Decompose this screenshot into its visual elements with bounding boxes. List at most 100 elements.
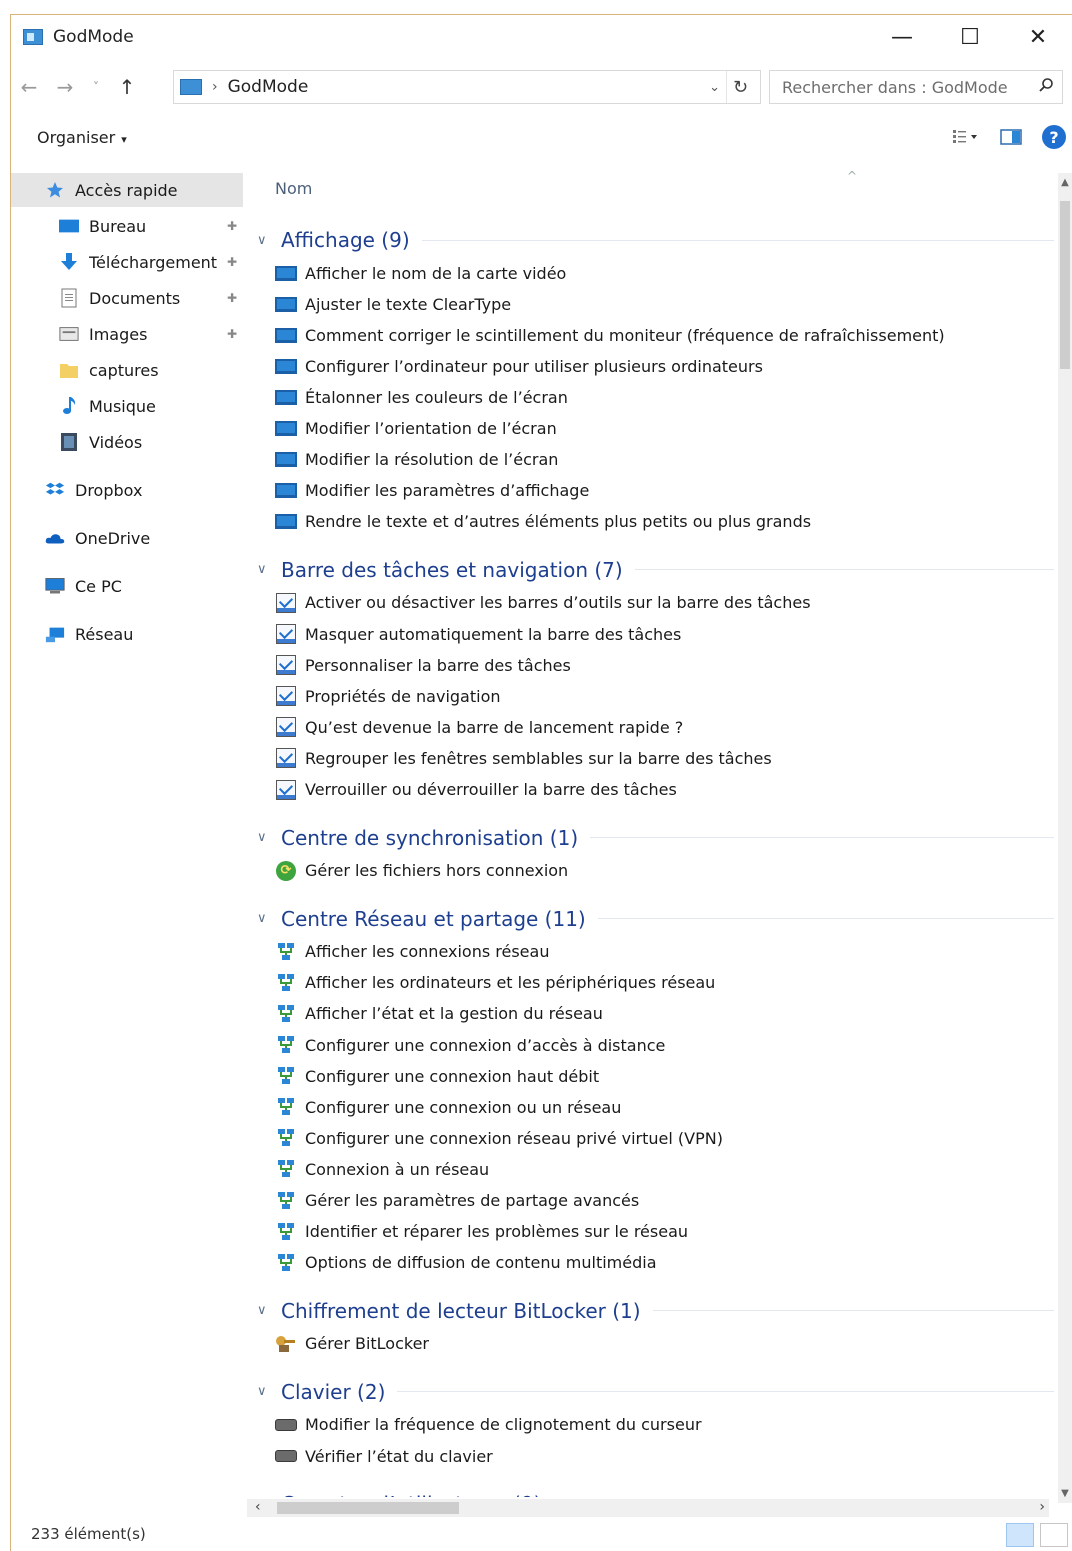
chevron-down-icon[interactable]: ∨ [257, 1303, 281, 1318]
list-item[interactable]: Activer ou désactiver les barres d’outil… [275, 589, 811, 617]
sidebar-item-onedrive[interactable]: OneDrive [11, 521, 243, 555]
list-item[interactable]: ⟳ Gérer les fichiers hors connexion [275, 857, 568, 885]
column-header-name[interactable]: Nom [275, 179, 312, 198]
list-item[interactable]: Options de diffusion de contenu multiméd… [275, 1249, 657, 1277]
layout-switcher [1006, 1523, 1068, 1547]
help-button[interactable]: ? [1042, 125, 1066, 149]
list-item[interactable]: Qu’est devenue la barre de lancement rap… [275, 713, 683, 741]
list-item[interactable]: Afficher les connexions réseau [275, 938, 549, 966]
scroll-left-icon[interactable]: ‹ [255, 1499, 261, 1515]
sidebar-item-music[interactable]: Musique [11, 389, 243, 423]
list-item[interactable]: Modifier les paramètres d’affichage [275, 477, 589, 505]
organize-button[interactable]: Organiser ▾ [37, 128, 127, 147]
details-layout-button[interactable] [1006, 1523, 1034, 1547]
group-header[interactable]: ∨ Clavier (2) [257, 1377, 1054, 1407]
close-button[interactable]: ✕ [1004, 15, 1072, 59]
sidebar-item-network[interactable]: Réseau [11, 617, 243, 651]
sidebar-item-dropbox[interactable]: Dropbox [11, 473, 243, 507]
sidebar-item-desktop[interactable]: Bureau ✚ [11, 209, 243, 243]
group-header[interactable]: ∨ Centre de synchronisation (1) [257, 823, 1054, 853]
list-item[interactable]: Gérer les paramètres de partage avancés [275, 1187, 639, 1215]
scroll-right-icon[interactable]: › [1039, 1499, 1045, 1515]
list-item[interactable]: Gérer BitLocker [275, 1330, 429, 1358]
preview-pane-button[interactable] [988, 129, 1034, 145]
chevron-down-icon[interactable]: ∨ [257, 562, 281, 577]
chevron-down-icon[interactable]: ∨ [257, 911, 281, 926]
refresh-button[interactable]: ↻ [726, 71, 754, 103]
group-header[interactable]: ∨ Centre Réseau et partage (11) [257, 904, 1054, 934]
large-icons-layout-button[interactable] [1040, 1523, 1068, 1547]
group-header[interactable]: ∨ Barre des tâches et navigation (7) [257, 555, 1054, 585]
sidebar-item-downloads[interactable]: Téléchargements ✚ [11, 245, 243, 279]
list-item[interactable]: Étalonner les couleurs de l’écran [275, 383, 568, 411]
list-item[interactable]: Configurer une connexion haut débit [275, 1062, 599, 1090]
list-item[interactable]: Connexion à un réseau [275, 1155, 489, 1183]
minimize-button[interactable]: — [868, 15, 936, 59]
list-item[interactable]: Configurer une connexion ou un réseau [275, 1093, 621, 1121]
group-divider [634, 569, 1054, 571]
list-item[interactable]: Afficher l’état et la gestion du réseau [275, 1000, 603, 1028]
list-item[interactable]: Configurer une connexion réseau privé vi… [275, 1124, 723, 1152]
scroll-down-icon[interactable]: ▼ [1058, 1488, 1072, 1499]
list-item[interactable]: Afficher les ordinateurs et les périphér… [275, 969, 715, 997]
list-item[interactable]: Modifier la fréquence de clignotement du… [275, 1411, 702, 1439]
list-item-label: Activer ou désactiver les barres d’outil… [305, 593, 811, 613]
list-item-label: Afficher le nom de la carte vidéo [305, 263, 567, 283]
pin-icon[interactable]: ✚ [227, 219, 237, 233]
maximize-button[interactable]: ☐ [936, 15, 1004, 59]
chevron-down-icon[interactable]: ∨ [257, 1384, 281, 1399]
list-item[interactable]: Modifier la résolution de l’écran [275, 446, 558, 474]
title-bar: GodMode — ☐ ✕ [11, 15, 1072, 59]
list-item[interactable]: Configurer l’ordinateur pour utiliser pl… [275, 352, 763, 380]
list-item[interactable]: Personnaliser la barre des tâches [275, 651, 571, 679]
horizontal-scroll-thumb[interactable] [277, 1502, 459, 1514]
list-item[interactable]: Vérifier l’état du clavier [275, 1442, 493, 1470]
scroll-up-icon[interactable]: ▲ [1058, 177, 1072, 188]
list-item[interactable]: Identifier et réparer les problèmes sur … [275, 1218, 688, 1246]
sidebar-item-images[interactable]: Images ✚ [11, 317, 243, 351]
back-button[interactable]: ← [11, 75, 47, 99]
search-icon[interactable] [1038, 77, 1054, 93]
sidebar-item-videos[interactable]: Vidéos [11, 425, 243, 459]
change-view-button[interactable] [942, 129, 988, 145]
forward-button[interactable]: → [47, 75, 83, 99]
address-dropdown-icon[interactable]: ⌄ [709, 80, 720, 95]
list-item[interactable]: Ajuster le texte ClearType [275, 290, 511, 318]
group-header[interactable]: ∨ Affichage (9) [257, 225, 1054, 255]
chevron-down-icon[interactable]: ∨ [257, 830, 281, 845]
recent-locations-button[interactable]: ˅ [83, 80, 109, 94]
list-item[interactable]: Rendre le texte et d’autres éléments plu… [275, 508, 811, 536]
breadcrumb-separator-icon[interactable]: › [212, 79, 218, 95]
list-item[interactable]: Modifier l’orientation de l’écran [275, 415, 557, 443]
up-button[interactable]: ↑ [109, 75, 145, 99]
window-title: GodMode [53, 27, 134, 47]
list-item[interactable]: Masquer automatiquement la barre des tâc… [275, 620, 681, 648]
list-item[interactable]: Comment corriger le scintillement du mon… [275, 321, 945, 349]
pin-icon[interactable]: ✚ [227, 291, 237, 305]
chevron-down-icon[interactable]: ∨ [257, 233, 281, 248]
breadcrumb-godmode[interactable]: GodMode [228, 77, 309, 97]
sidebar-item-documents[interactable]: Documents ✚ [11, 281, 243, 315]
list-item[interactable]: Configurer une connexion d’accès à dista… [275, 1031, 665, 1059]
monitor-icon [275, 357, 297, 375]
sidebar-item-quick-access[interactable]: Accès rapide [11, 173, 243, 207]
search-box[interactable] [769, 70, 1063, 104]
horizontal-scrollbar[interactable]: ‹ › [247, 1499, 1049, 1517]
list-item-label: Configurer l’ordinateur pour utiliser pl… [305, 356, 763, 376]
list-item[interactable]: Verrouiller ou déverrouiller la barre de… [275, 776, 677, 804]
sidebar-item-this-pc[interactable]: Ce PC [11, 569, 243, 603]
group-header[interactable]: ∨Comptes d’utilisateurs (9) [257, 1489, 1054, 1497]
list-item-label: Afficher les ordinateurs et les périphér… [305, 973, 716, 993]
list-item[interactable]: Afficher le nom de la carte vidéo [275, 259, 566, 287]
vertical-scroll-thumb[interactable] [1060, 201, 1070, 369]
address-bar[interactable]: › GodMode ⌄ ↻ [173, 70, 761, 104]
vertical-scrollbar[interactable]: ▲ ▼ [1058, 173, 1072, 1503]
list-item[interactable]: Regrouper les fenêtres semblables sur la… [275, 744, 772, 772]
search-input[interactable] [770, 77, 1020, 97]
sidebar-item-captures[interactable]: captures [11, 353, 243, 387]
pin-icon[interactable]: ✚ [227, 255, 237, 269]
list-item[interactable]: Propriétés de navigation [275, 682, 501, 710]
pin-icon[interactable]: ✚ [227, 327, 237, 341]
list-item-label: Masquer automatiquement la barre des tâc… [305, 624, 682, 644]
group-header[interactable]: ∨ Chiffrement de lecteur BitLocker (1) [257, 1296, 1054, 1326]
